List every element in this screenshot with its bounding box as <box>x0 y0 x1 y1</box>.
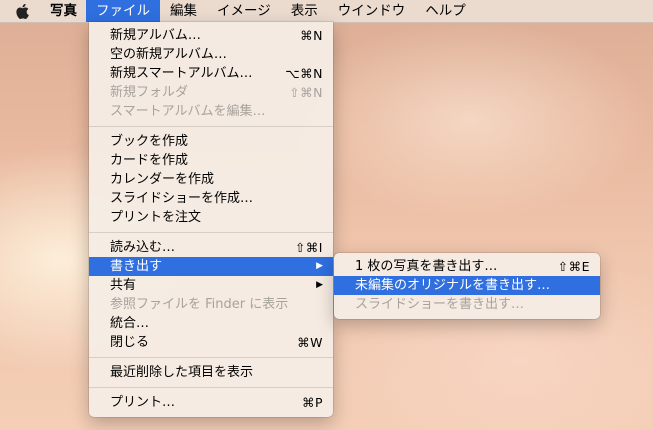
menu-item-label: スライドショーを作成… <box>110 191 254 206</box>
menu-item-label: 書き出す <box>110 259 163 274</box>
menu-item-export[interactable]: 書き出す ▶ <box>89 257 333 276</box>
menu-item-create-book[interactable]: ブックを作成 <box>89 132 333 151</box>
menu-item-label: 参照ファイルを Finder に表示 <box>110 297 289 312</box>
menu-item-shortcut: ⇧⌘N <box>289 85 323 100</box>
menu-item-export-unmodified-original[interactable]: 未編集のオリジナルを書き出す… <box>334 276 600 295</box>
menu-item-shortcut: ⌘W <box>297 335 323 350</box>
menubar-help[interactable]: ヘルプ <box>415 0 476 22</box>
menu-item-shortcut: ⌘N <box>300 28 323 43</box>
menu-item-import[interactable]: 読み込む… ⇧⌘I <box>89 238 333 257</box>
menu-item-close[interactable]: 閉じる ⌘W <box>89 333 333 352</box>
menu-separator <box>89 387 333 388</box>
menu-item-label: 統合… <box>110 316 150 331</box>
menu-item-new-smart-album[interactable]: 新規スマートアルバム… ⌥⌘N <box>89 64 333 83</box>
menu-item-order-prints[interactable]: プリントを注文 <box>89 208 333 227</box>
menu-item-shortcut: ⌥⌘N <box>285 66 323 81</box>
menu-item-share[interactable]: 共有 ▶ <box>89 276 333 295</box>
menu-item-label: 新規フォルダ <box>110 85 189 100</box>
menu-item-label: 新規アルバム… <box>110 28 201 43</box>
menu-item-label: ブックを作成 <box>110 134 189 149</box>
apple-icon <box>15 3 29 19</box>
menu-item-shortcut: ⌘P <box>301 395 323 410</box>
file-menu: 新規アルバム… ⌘N 空の新規アルバム… 新規スマートアルバム… ⌥⌘N 新規フ… <box>89 22 333 417</box>
menu-item-label: カードを作成 <box>110 153 189 168</box>
menubar-view[interactable]: 表示 <box>281 0 328 22</box>
menu-item-show-in-finder: 参照ファイルを Finder に表示 <box>89 295 333 314</box>
menu-item-label: 未編集のオリジナルを書き出す… <box>355 278 551 293</box>
export-submenu: 1 枚の写真を書き出す… ⇧⌘E 未編集のオリジナルを書き出す… スライドショー… <box>334 253 600 319</box>
menu-item-export-slideshow: スライドショーを書き出す… <box>334 295 600 314</box>
menu-item-print[interactable]: プリント… ⌘P <box>89 393 333 412</box>
menu-item-create-slideshow[interactable]: スライドショーを作成… <box>89 189 333 208</box>
menu-separator <box>89 232 333 233</box>
menubar-window[interactable]: ウインドウ <box>328 0 416 22</box>
menu-item-label: カレンダーを作成 <box>110 172 215 187</box>
menubar-app-name[interactable]: 写真 <box>44 0 86 22</box>
menu-item-label: スマートアルバムを編集… <box>110 104 266 119</box>
menu-item-new-empty-album[interactable]: 空の新規アルバム… <box>89 45 333 64</box>
menu-item-edit-smart-album: スマートアルバムを編集… <box>89 102 333 121</box>
menubar-image[interactable]: イメージ <box>207 0 281 22</box>
menu-item-consolidate[interactable]: 統合… <box>89 314 333 333</box>
menubar-edit[interactable]: 編集 <box>160 0 207 22</box>
menu-item-label: 共有 <box>110 278 137 293</box>
menu-item-create-calendar[interactable]: カレンダーを作成 <box>89 170 333 189</box>
menu-separator <box>89 357 333 358</box>
menu-item-label: 空の新規アルバム… <box>110 47 227 62</box>
menu-item-shortcut: ⇧⌘I <box>294 240 323 255</box>
menu-item-create-card[interactable]: カードを作成 <box>89 151 333 170</box>
menu-item-show-recently-deleted[interactable]: 最近削除した項目を表示 <box>89 363 333 382</box>
menu-item-new-album[interactable]: 新規アルバム… ⌘N <box>89 26 333 45</box>
apple-menu[interactable] <box>0 0 44 22</box>
submenu-arrow-icon: ▶ <box>316 261 323 271</box>
menu-item-label: 最近削除した項目を表示 <box>110 365 254 380</box>
menu-item-shortcut: ⇧⌘E <box>557 259 590 274</box>
submenu-arrow-icon: ▶ <box>316 280 323 290</box>
menu-item-label: 1 枚の写真を書き出す… <box>355 259 498 274</box>
menu-item-new-folder: 新規フォルダ ⇧⌘N <box>89 83 333 102</box>
menu-item-label: 新規スマートアルバム… <box>110 66 253 81</box>
menu-item-label: プリント… <box>110 395 176 410</box>
menu-item-label: スライドショーを書き出す… <box>355 297 525 312</box>
menu-item-label: 閉じる <box>110 335 150 350</box>
menu-item-label: プリントを注文 <box>110 210 202 225</box>
menu-item-export-photo[interactable]: 1 枚の写真を書き出す… ⇧⌘E <box>334 257 600 276</box>
menu-separator <box>89 126 333 127</box>
menu-bar: 写真 ファイル 編集 イメージ 表示 ウインドウ ヘルプ <box>0 0 653 23</box>
menu-item-label: 読み込む… <box>110 240 176 255</box>
menubar-file[interactable]: ファイル <box>86 0 160 22</box>
